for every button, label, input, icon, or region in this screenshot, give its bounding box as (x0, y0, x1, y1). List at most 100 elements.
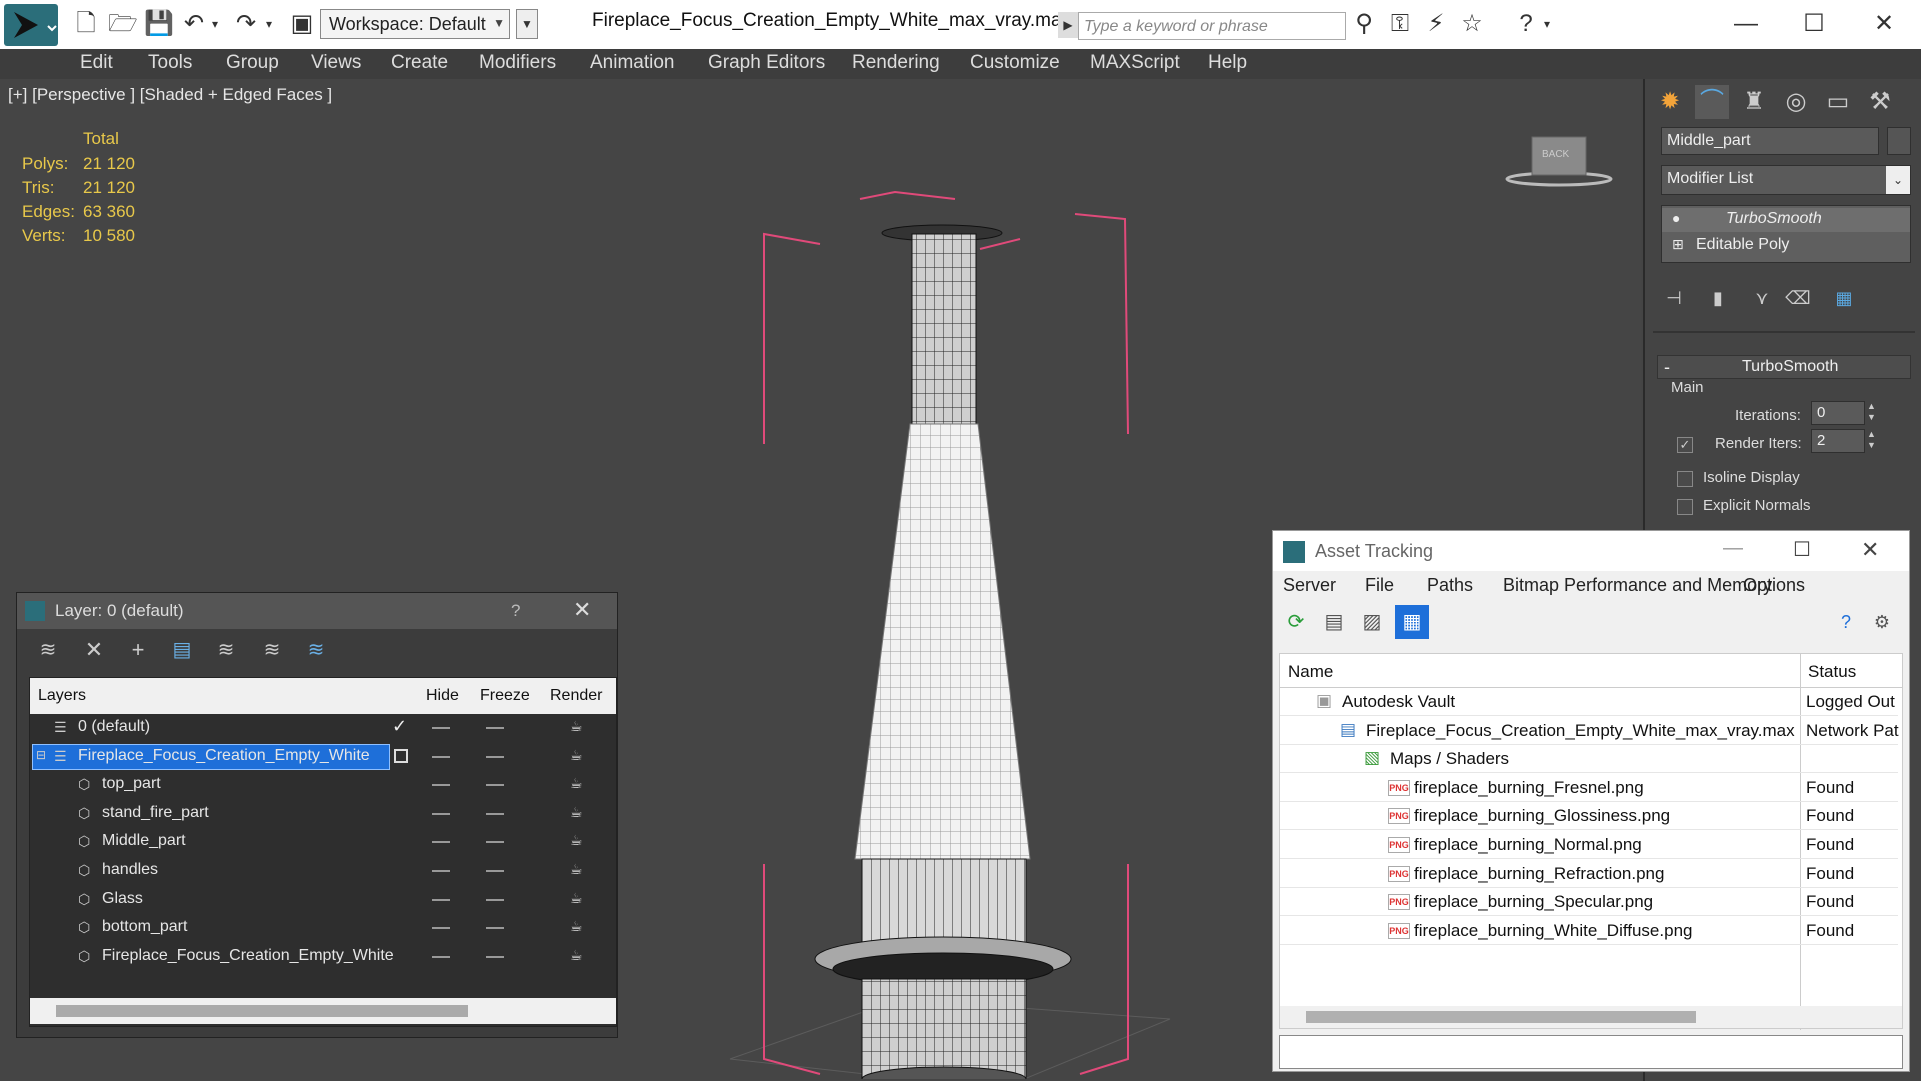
column-header-render[interactable]: Render (550, 687, 602, 705)
object-color-swatch[interactable] (1887, 127, 1911, 155)
scrollbar-thumb[interactable] (56, 1005, 468, 1017)
help-icon[interactable]: ? (1512, 10, 1540, 38)
column-header-hide[interactable]: Hide (426, 687, 459, 705)
column-header-layers[interactable]: Layers (38, 687, 86, 705)
expand-plus-icon[interactable]: ⊞ (1672, 236, 1684, 253)
minimize-icon[interactable]: — (1723, 537, 1743, 560)
render-teapot-icon[interactable]: ☕ (570, 747, 583, 764)
menu-help[interactable]: Help (1208, 52, 1247, 74)
maximize-icon[interactable]: ☐ (1793, 537, 1811, 562)
asset-menu-bitmap-performance-and-memory[interactable]: Bitmap Performance and Memory (1503, 575, 1772, 596)
spinner-arrows-icon[interactable]: ▲ ▼ (1867, 429, 1876, 451)
add-to-layer-icon[interactable]: + (121, 633, 155, 667)
modifier-stack-item-editable-poly[interactable]: ⊞ Editable Poly (1662, 234, 1910, 258)
set-current-layer-icon[interactable]: ≋ (255, 633, 289, 667)
redo-dropdown-icon[interactable]: ▾ (262, 10, 276, 38)
modifier-list-dropdown[interactable]: Modifier List ⌄ (1661, 165, 1911, 195)
viewport-label[interactable]: [+] [Perspective ] [Shaded + Edged Faces… (8, 85, 332, 105)
scrollbar-thumb[interactable] (1306, 1011, 1696, 1023)
hierarchy-tab-icon[interactable]: ♜ (1737, 85, 1771, 119)
render-teapot-icon[interactable]: ☕ (570, 718, 583, 735)
menu-tools[interactable]: Tools (148, 52, 192, 74)
column-header-name[interactable]: Name (1288, 662, 1333, 682)
remove-modifier-icon[interactable]: ⌫ (1781, 281, 1815, 315)
workspace-menu-button[interactable]: ▼ (516, 9, 538, 39)
freeze-toggle[interactable] (486, 812, 504, 815)
search-input[interactable]: Type a keyword or phrase (1078, 12, 1346, 40)
app-logo-icon[interactable] (4, 4, 58, 46)
hide-toggle[interactable] (432, 870, 450, 872)
redo-icon[interactable]: ↷ (232, 10, 260, 38)
freeze-toggle[interactable] (486, 727, 504, 729)
configure-sets-icon[interactable]: ▦ (1827, 281, 1861, 315)
modifier-stack-item-turbosmooth[interactable]: ● TurboSmooth (1662, 208, 1910, 232)
render-teapot-icon[interactable]: ☕ (570, 890, 583, 907)
turbosmooth-rollout-header[interactable]: - TurboSmooth (1657, 355, 1911, 379)
hide-toggle[interactable] (432, 841, 450, 844)
asset-row[interactable]: PNG fireplace_burning_Fresnel.png Found (1280, 774, 1898, 802)
make-current-box-icon[interactable] (394, 748, 408, 763)
modify-tab-icon[interactable]: ⌒ (1695, 85, 1729, 119)
open-file-icon[interactable]: 🗁 (108, 10, 138, 38)
make-unique-icon[interactable]: ⋎ (1745, 281, 1779, 315)
undo-dropdown-icon[interactable]: ▾ (208, 10, 222, 38)
horizontal-scrollbar[interactable] (30, 998, 616, 1024)
render-teapot-icon[interactable]: ☕ (570, 861, 583, 878)
help-dropdown-icon[interactable]: ▾ (1540, 10, 1554, 38)
delete-layer-icon[interactable]: ✕ (77, 633, 111, 667)
render-teapot-icon[interactable]: ☕ (570, 947, 583, 964)
freeze-toggle[interactable] (486, 955, 504, 958)
menu-modifiers[interactable]: Modifiers (479, 52, 556, 74)
layer-properties-icon[interactable]: ≋ (299, 633, 333, 667)
asset-row[interactable]: PNG fireplace_burning_Normal.png Found (1280, 831, 1898, 859)
layer-row[interactable]: ⬡ handles ☕ (30, 857, 616, 885)
close-icon[interactable]: ✕ (1861, 537, 1879, 563)
layer-row[interactable]: ⬡ Glass ☕ (30, 886, 616, 914)
menu-customize[interactable]: Customize (970, 52, 1060, 74)
asset-menu-server[interactable]: Server (1283, 575, 1336, 596)
render-iters-checkbox[interactable]: ✓ (1677, 437, 1693, 453)
layer-row[interactable]: ⬡ Fireplace_Focus_Creation_Empty_White ☕ (30, 943, 616, 971)
layer-row[interactable]: ⬡ stand_fire_part ☕ (30, 800, 616, 828)
hide-toggle[interactable] (432, 927, 450, 930)
hide-toggle[interactable] (432, 784, 450, 787)
show-end-result-icon[interactable]: ▮ (1701, 281, 1735, 315)
freeze-toggle[interactable] (486, 927, 504, 930)
motion-tab-icon[interactable]: ◎ (1779, 85, 1813, 119)
layer-row[interactable]: ⬡ top_part ☕ (30, 771, 616, 799)
create-layer-icon[interactable]: ≋ (31, 633, 65, 667)
asset-row[interactable]: ▤ Fireplace_Focus_Creation_Empty_White_ma… (1280, 717, 1899, 745)
explicit-normals-checkbox[interactable] (1677, 499, 1693, 515)
iterations-spinner[interactable]: 0 (1811, 401, 1865, 425)
help-icon[interactable]: ? (511, 601, 520, 621)
column-header-freeze[interactable]: Freeze (480, 687, 530, 705)
isoline-checkbox[interactable] (1677, 471, 1693, 487)
display-tab-icon[interactable]: ▭ (1821, 85, 1855, 119)
menu-create[interactable]: Create (391, 52, 448, 74)
hide-toggle[interactable] (432, 755, 450, 758)
collapse-toggle-icon[interactable]: ⊟ (36, 748, 46, 762)
freeze-toggle[interactable] (486, 841, 504, 844)
asset-menu-paths[interactable]: Paths (1427, 575, 1473, 596)
list-view-icon[interactable]: ▤ (1317, 605, 1351, 639)
create-tab-icon[interactable]: ✹ (1653, 85, 1687, 119)
layer-row[interactable]: ⊟ ☰ Fireplace_Focus_Creation_Empty_White ☕ (30, 743, 616, 771)
freeze-toggle[interactable] (486, 755, 504, 758)
render-iters-spinner[interactable]: 2 (1811, 429, 1865, 453)
menu-rendering[interactable]: Rendering (852, 52, 940, 74)
layer-row[interactable]: ⬡ Middle_part ☕ (30, 828, 616, 856)
utilities-tab-icon[interactable]: ⚒ (1863, 85, 1897, 119)
object-name-field[interactable]: Middle_part (1661, 127, 1879, 155)
render-teapot-icon[interactable]: ☕ (570, 775, 583, 792)
fireplace-model[interactable] (700, 99, 1200, 1079)
render-teapot-icon[interactable]: ☕ (570, 804, 583, 821)
undo-icon[interactable]: ↶ (180, 10, 208, 38)
refresh-icon[interactable]: ⟳ (1279, 605, 1313, 639)
pin-stack-icon[interactable]: ⊣ (1657, 281, 1691, 315)
asset-titlebar[interactable]: Asset Tracking — ☐ ✕ (1273, 531, 1909, 571)
layer-dialog-titlebar[interactable]: Layer: 0 (default) ? ✕ (17, 593, 617, 629)
layer-row[interactable]: ⬡ bottom_part ☕ (30, 914, 616, 942)
asset-menu-file[interactable]: File (1365, 575, 1394, 596)
thumbnail-view-icon[interactable]: ▨ (1355, 605, 1389, 639)
asset-row[interactable]: ▧ Maps / Shaders (1280, 745, 1898, 774)
